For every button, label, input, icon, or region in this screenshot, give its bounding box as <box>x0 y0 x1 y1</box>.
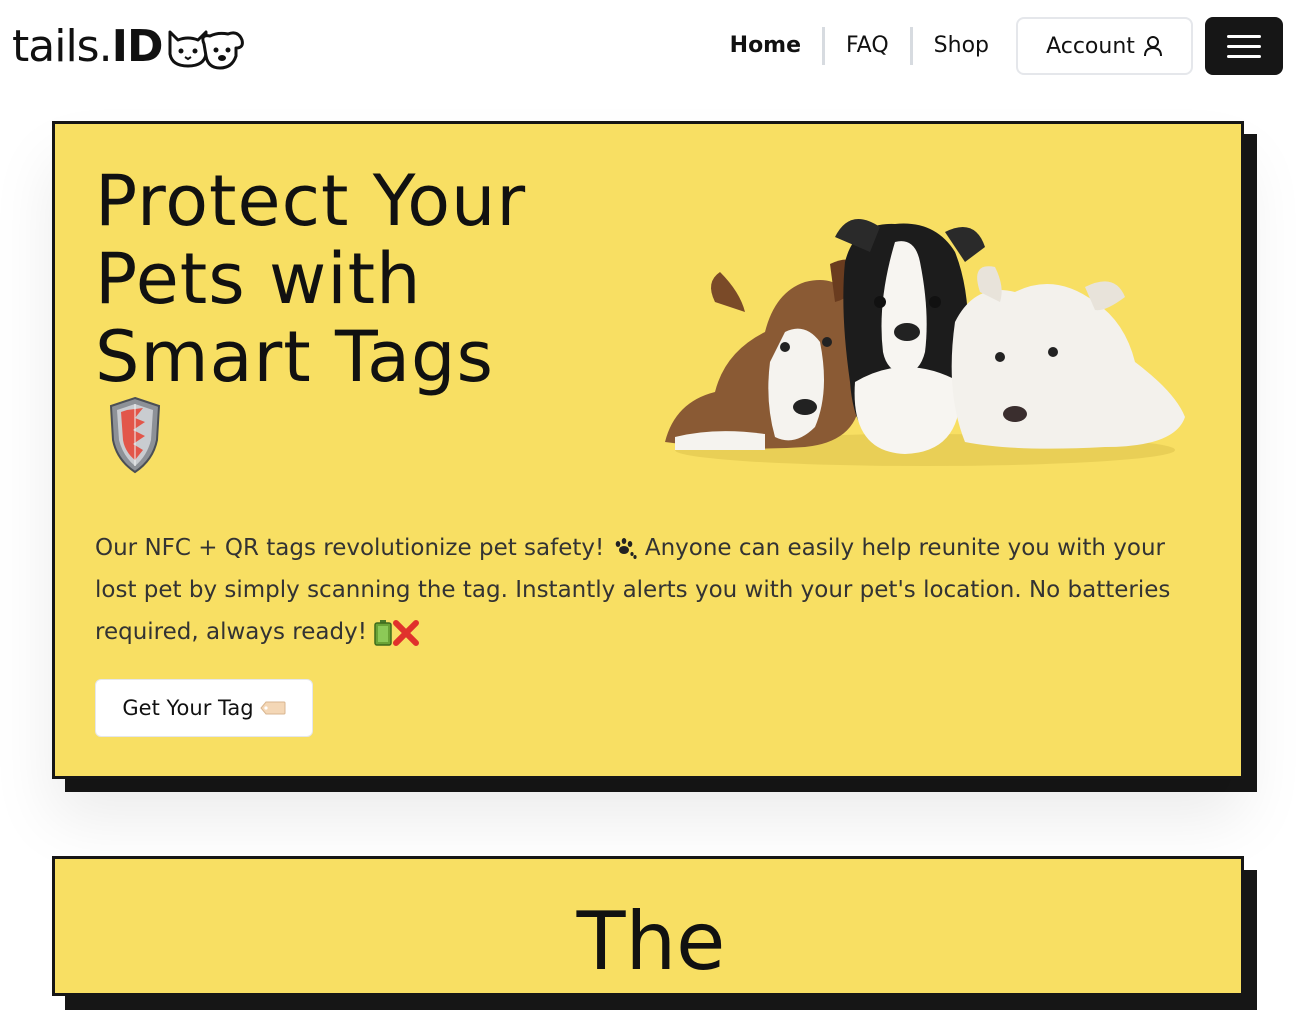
hero-card: Protect Your Pets with Smart Tags Our NF… <box>52 121 1244 779</box>
account-label: Account <box>1046 33 1135 59</box>
paw-prints-icon <box>615 537 637 559</box>
tag-icon <box>259 701 286 715</box>
logo[interactable]: tails.ID <box>12 18 246 76</box>
nav-faq[interactable]: FAQ <box>825 27 910 65</box>
section-title: The <box>576 895 726 988</box>
site-header: tails.ID Home FAQ Shop Account <box>0 0 1296 96</box>
nav-shop[interactable]: Shop <box>913 27 1010 65</box>
cat-dog-icon <box>168 30 245 70</box>
user-icon <box>1143 36 1162 57</box>
battery-icon <box>374 619 392 646</box>
cta-label: Get Your Tag <box>122 696 254 720</box>
shield-icon <box>109 396 161 474</box>
hero-description: Our NFC + QR tags revolutionize pet safe… <box>95 535 1171 646</box>
get-your-tag-button[interactable]: Get Your Tag <box>95 679 313 737</box>
nav-home[interactable]: Home <box>709 27 822 65</box>
hamburger-menu-icon[interactable] <box>1205 17 1283 75</box>
logo-text: tails.ID <box>12 21 163 72</box>
main-nav: Home FAQ Shop Account <box>709 17 1283 75</box>
hero-title: Protect Your Pets with Smart Tags <box>95 160 527 398</box>
second-card: The <box>52 856 1244 996</box>
puppies-photo <box>665 219 1185 466</box>
cross-mark-icon <box>393 619 420 646</box>
account-button[interactable]: Account <box>1016 17 1193 75</box>
